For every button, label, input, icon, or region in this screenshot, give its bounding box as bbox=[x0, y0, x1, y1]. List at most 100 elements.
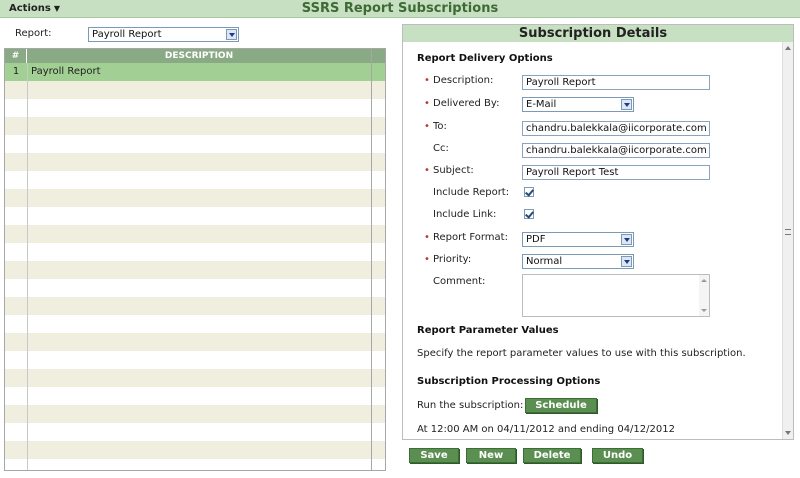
empty-row bbox=[5, 459, 385, 470]
grid-scroll-header bbox=[371, 49, 385, 63]
report-select-value: Payroll Report bbox=[92, 29, 162, 40]
parameter-section-title: Report Parameter Values bbox=[417, 325, 559, 336]
description-label: • Description: bbox=[424, 75, 494, 86]
dropdown-arrow-icon[interactable] bbox=[226, 29, 237, 40]
priority-label: • Priority: bbox=[424, 254, 472, 265]
subscriptions-grid: # DESCRIPTION 1 Payroll Report bbox=[4, 48, 386, 471]
subject-field[interactable]: Payroll Report Test bbox=[522, 165, 710, 180]
include-report-checkbox[interactable] bbox=[524, 187, 534, 197]
priority-value: Normal bbox=[526, 256, 563, 267]
empty-row bbox=[5, 297, 385, 315]
to-label: • To: bbox=[424, 121, 447, 132]
report-format-select[interactable]: PDF bbox=[522, 232, 634, 247]
report-format-label: • Report Format: bbox=[424, 232, 508, 243]
app-title: SSRS Report Subscriptions bbox=[301, 1, 499, 16]
parameter-description: Specify the report parameter values to u… bbox=[417, 348, 746, 359]
required-mark: • bbox=[424, 98, 430, 109]
column-divider bbox=[27, 63, 28, 470]
empty-row bbox=[5, 441, 385, 459]
table-row[interactable]: 1 Payroll Report bbox=[5, 63, 385, 81]
panel-title: Subscription Details bbox=[403, 25, 793, 42]
description-label-text: Description: bbox=[433, 75, 494, 86]
scroll-up-icon[interactable] bbox=[785, 46, 791, 50]
include-link-checkbox[interactable] bbox=[524, 209, 534, 219]
delivered-by-value: E-Mail bbox=[526, 99, 557, 110]
empty-row bbox=[5, 423, 385, 441]
empty-row bbox=[5, 153, 385, 171]
row-number: 1 bbox=[12, 66, 20, 77]
report-format-value: PDF bbox=[526, 234, 546, 245]
column-header-number[interactable]: # bbox=[5, 49, 27, 63]
empty-row bbox=[5, 243, 385, 261]
empty-row bbox=[5, 81, 385, 99]
dropdown-arrow-icon[interactable] bbox=[621, 99, 632, 110]
actions-label: Actions bbox=[9, 3, 51, 14]
to-label-text: To: bbox=[433, 121, 447, 132]
empty-row bbox=[5, 315, 385, 333]
scroll-up-icon[interactable] bbox=[701, 279, 707, 282]
comment-scrollbar[interactable] bbox=[699, 275, 709, 316]
empty-row bbox=[5, 405, 385, 423]
delete-button[interactable]: Delete bbox=[523, 448, 581, 463]
comment-textarea[interactable] bbox=[522, 274, 710, 317]
row-description: Payroll Report bbox=[31, 66, 101, 77]
save-button[interactable]: Save bbox=[409, 448, 459, 463]
new-button[interactable]: New bbox=[466, 448, 516, 463]
report-format-label-text: Report Format: bbox=[433, 232, 508, 243]
top-bar: SSRS Report Subscriptions Actions ▼ bbox=[0, 0, 800, 18]
subject-label: • Subject: bbox=[424, 165, 474, 176]
scroll-down-icon[interactable] bbox=[701, 309, 707, 312]
undo-button[interactable]: Undo bbox=[592, 448, 643, 463]
required-mark: • bbox=[424, 75, 430, 86]
empty-row bbox=[5, 207, 385, 225]
empty-row bbox=[5, 135, 385, 153]
actions-menu[interactable]: Actions ▼ bbox=[9, 3, 60, 14]
grid-header: # DESCRIPTION bbox=[5, 49, 385, 63]
empty-row bbox=[5, 117, 385, 135]
subject-label-text: Subject: bbox=[433, 165, 474, 176]
priority-label-text: Priority: bbox=[433, 254, 472, 265]
schedule-button[interactable]: Schedule bbox=[525, 398, 597, 413]
empty-row bbox=[5, 351, 385, 369]
dropdown-arrow-icon[interactable] bbox=[621, 256, 632, 267]
empty-row bbox=[5, 261, 385, 279]
include-report-label: Include Report: bbox=[433, 187, 510, 198]
column-header-description[interactable]: DESCRIPTION bbox=[27, 49, 371, 63]
delivered-by-select[interactable]: E-Mail bbox=[522, 97, 634, 112]
scroll-down-icon[interactable] bbox=[785, 431, 791, 435]
required-mark: • bbox=[424, 232, 430, 243]
include-link-label: Include Link: bbox=[433, 209, 497, 220]
empty-row bbox=[5, 369, 385, 387]
caret-down-icon: ▼ bbox=[53, 4, 60, 13]
processing-section-title: Subscription Processing Options bbox=[417, 376, 601, 387]
subscription-details-panel: Subscription Details Report Delivery Opt… bbox=[402, 24, 794, 440]
empty-row bbox=[5, 225, 385, 243]
required-mark: • bbox=[424, 165, 430, 176]
description-field[interactable]: Payroll Report bbox=[522, 75, 710, 90]
required-mark: • bbox=[424, 254, 430, 265]
report-filter-label: Report: bbox=[15, 28, 52, 39]
grid-body: 1 Payroll Report bbox=[5, 63, 385, 470]
report-select[interactable]: Payroll Report bbox=[88, 27, 239, 42]
delivered-by-label: • Delivered By: bbox=[424, 98, 500, 109]
run-subscription-label: Run the subscription: bbox=[417, 400, 524, 411]
cc-label: Cc: bbox=[433, 143, 449, 154]
empty-row bbox=[5, 171, 385, 189]
empty-row bbox=[5, 333, 385, 351]
delivered-by-label-text: Delivered By: bbox=[433, 98, 500, 109]
dropdown-arrow-icon[interactable] bbox=[621, 234, 632, 245]
empty-row bbox=[5, 279, 385, 297]
comment-label: Comment: bbox=[433, 276, 486, 287]
delivery-section-title: Report Delivery Options bbox=[417, 53, 553, 64]
scrollbar-divider bbox=[371, 49, 372, 470]
priority-select[interactable]: Normal bbox=[522, 254, 634, 269]
empty-row bbox=[5, 387, 385, 405]
empty-row bbox=[5, 189, 385, 207]
scroll-grip-icon[interactable] bbox=[785, 229, 791, 235]
required-mark: • bbox=[424, 121, 430, 132]
panel-scrollbar[interactable] bbox=[782, 42, 793, 439]
to-field[interactable]: chandru.balekkala@iicorporate.com bbox=[522, 121, 710, 136]
cc-field[interactable]: chandru.balekkala@iicorporate.com bbox=[522, 143, 710, 158]
schedule-summary: At 12:00 AM on 04/11/2012 and ending 04/… bbox=[417, 424, 675, 435]
empty-row bbox=[5, 99, 385, 117]
